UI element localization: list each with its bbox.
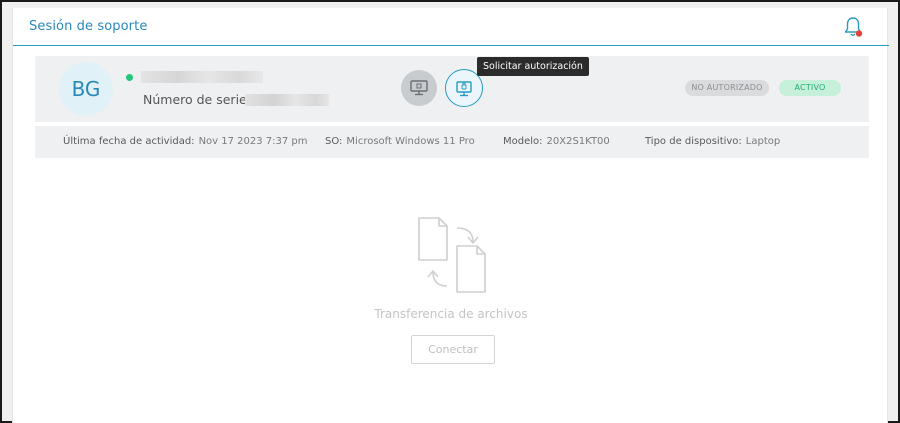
serial-number-redacted xyxy=(245,94,329,106)
status-badge-unauthorized: NO AUTORIZADO xyxy=(685,80,769,96)
last-activity: Última fecha de actividad: Nov 17 2023 7:… xyxy=(63,136,308,147)
notification-dot xyxy=(855,30,863,37)
online-status-dot xyxy=(126,74,133,81)
os-label: SO: xyxy=(325,136,343,147)
remote-session-button[interactable] xyxy=(401,70,437,106)
support-session-panel: Sesión de soporte BG Número de serie: NO… xyxy=(12,8,889,423)
model: Modelo: 20X2S1KT00 xyxy=(503,136,610,147)
connect-button[interactable]: Conectar xyxy=(411,335,495,364)
model-label: Modelo: xyxy=(503,136,543,147)
device-type: Tipo de dispositivo: Laptop xyxy=(645,136,780,147)
page-title: Sesión de soporte xyxy=(29,19,148,34)
request-authorization-icon xyxy=(456,81,472,97)
operating-system: SO: Microsoft Windows 11 Pro xyxy=(325,136,475,147)
status-badge-active: ACTIVO xyxy=(779,80,841,96)
device-type-value: Laptop xyxy=(745,136,781,147)
avatar: BG xyxy=(59,62,113,116)
device-card: BG Número de serie: NO AUTORIZADO ACTIVO xyxy=(35,56,869,122)
device-name-redacted xyxy=(141,71,263,83)
last-activity-value: Nov 17 2023 7:37 pm xyxy=(198,136,308,147)
bell-icon[interactable] xyxy=(843,15,865,39)
os-value: Microsoft Windows 11 Pro xyxy=(346,136,475,147)
device-type-label: Tipo de dispositivo: xyxy=(645,136,742,147)
request-authorization-tooltip: Solicitar autorización xyxy=(477,57,589,76)
monitor-icon xyxy=(410,80,428,96)
file-transfer-label: Transferencia de archivos xyxy=(374,307,528,321)
device-info-bar: Última fecha de actividad: Nov 17 2023 7:… xyxy=(35,126,869,158)
panel-header: Sesión de soporte xyxy=(13,8,889,46)
model-value: 20X2S1KT00 xyxy=(546,136,610,147)
file-transfer-icon xyxy=(413,214,493,298)
last-activity-label: Última fecha de actividad: xyxy=(63,136,195,147)
serial-number-label: Número de serie: xyxy=(143,92,251,107)
